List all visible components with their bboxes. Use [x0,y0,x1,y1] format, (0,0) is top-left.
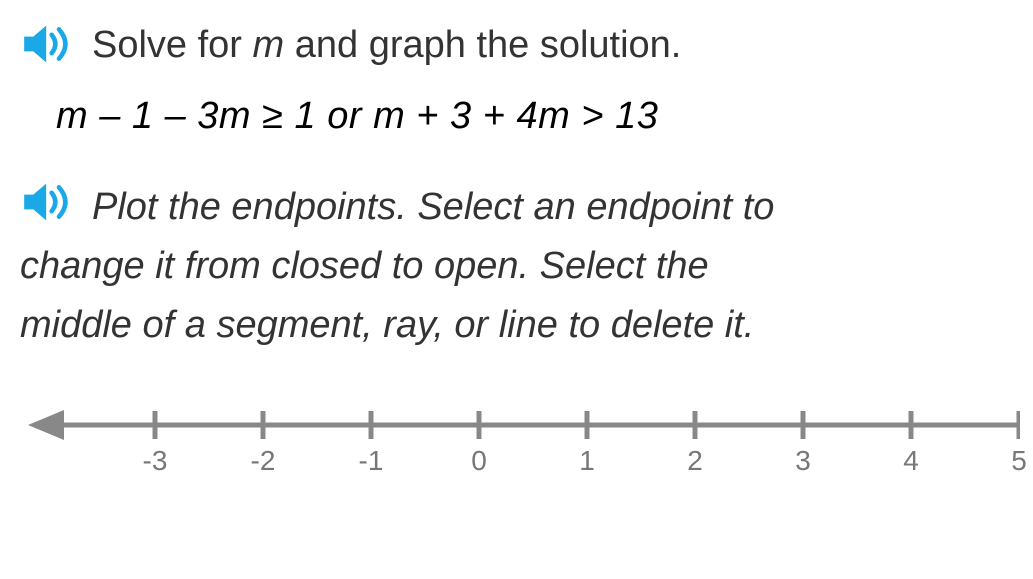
tick-label: 5 [1011,445,1027,477]
speaker-icon[interactable] [20,180,76,224]
tick-label: -1 [359,445,384,477]
inequality-expression: m – 1 – 3m ≥ 1 or m + 3 + 4m > 13 [56,95,658,137]
tick-label: 3 [795,445,811,477]
tick-label: 0 [471,445,487,477]
question-row: Solve for m and graph the solution. [20,20,1013,71]
question-suffix: and graph the solution. [284,24,681,66]
tick-label: 4 [903,445,919,477]
question-prefix: Solve for [92,24,253,66]
tick-label: 2 [687,445,703,477]
tick-label: 1 [579,445,595,477]
equation-row: m – 1 – 3m ≥ 1 or m + 3 + 4m > 13 [20,95,1013,138]
question-variable: m [253,24,285,66]
number-line[interactable]: -3-2-1012345 [20,395,1013,485]
instructions: Plot the endpoints. Select an endpoint t… [20,178,1013,355]
number-line-svg[interactable] [20,395,1020,455]
instructions-line2: change it from closed to open. Select th… [20,237,1013,296]
tick-label: -3 [143,445,168,477]
question-text: Solve for m and graph the solution. [92,20,681,71]
instructions-line3: middle of a segment, ray, or line to del… [20,296,1013,355]
tick-label: -2 [251,445,276,477]
speaker-icon[interactable] [20,22,76,66]
instructions-line1: Plot the endpoints. Select an endpoint t… [92,178,774,237]
